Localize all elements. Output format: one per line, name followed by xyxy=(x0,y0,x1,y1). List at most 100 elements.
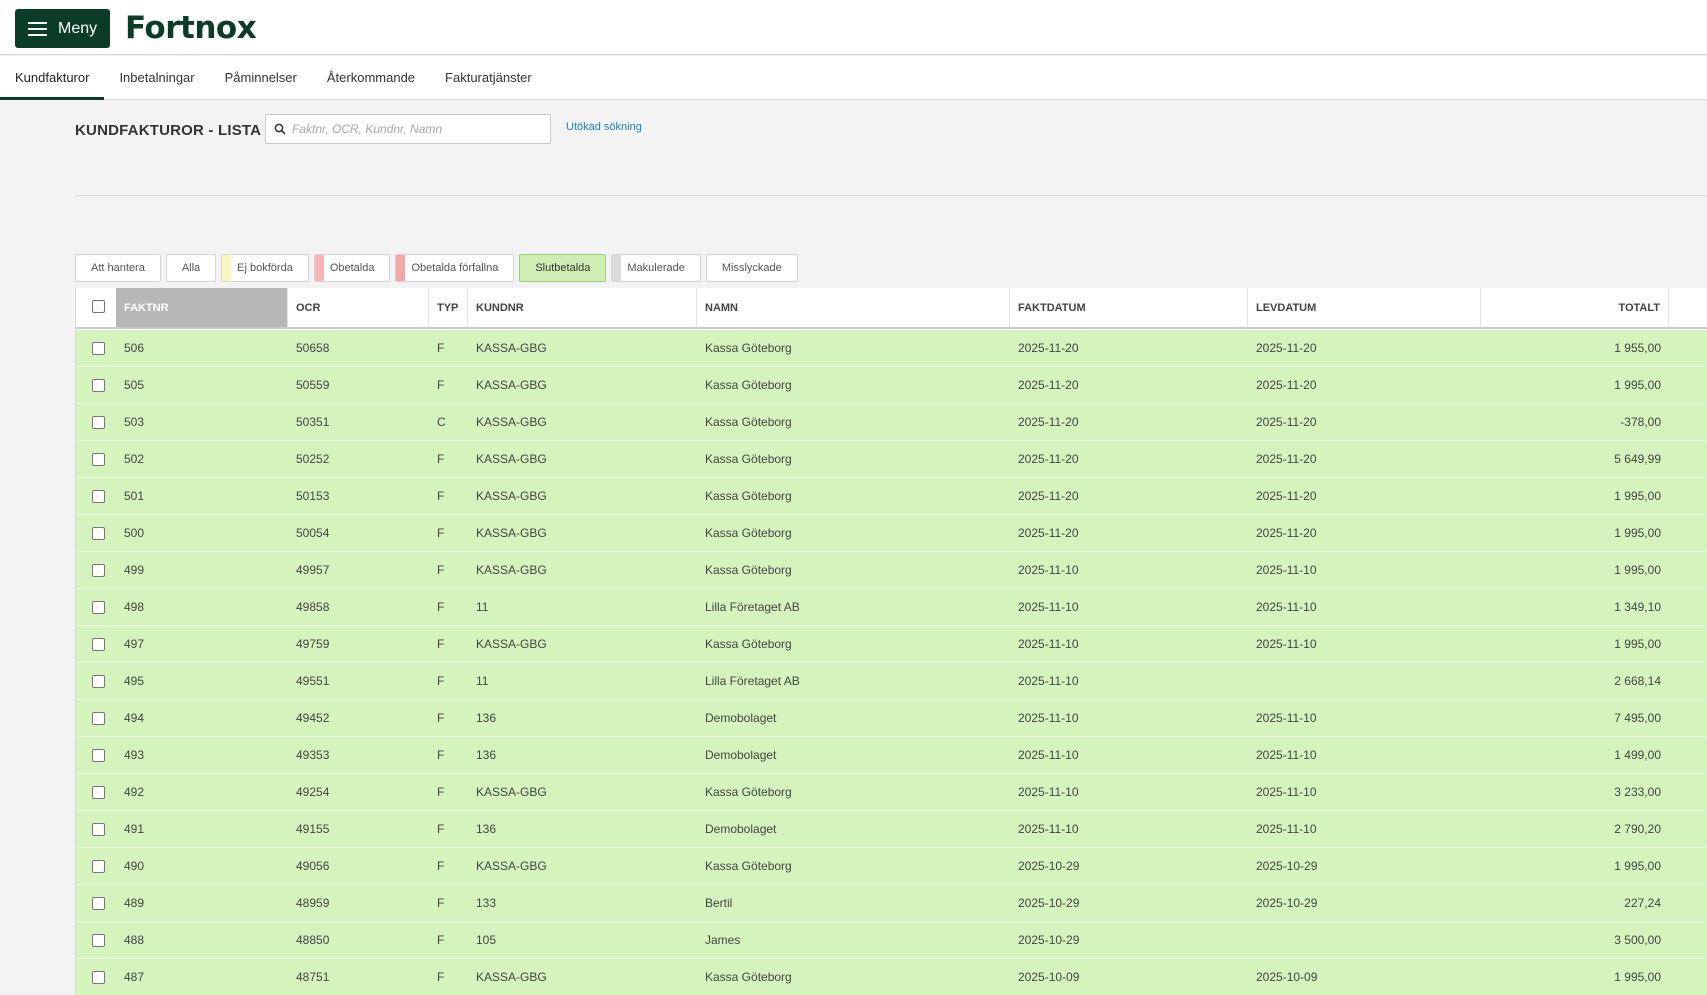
cell-typ: F xyxy=(437,896,445,910)
cell-ocr: 49254 xyxy=(296,785,330,799)
fortnox-logo[interactable]: Fortnox xyxy=(125,10,257,46)
column-header-namn[interactable]: NAMN xyxy=(697,288,1010,327)
select-all-checkbox[interactable] xyxy=(92,300,105,313)
table-row[interactable]: 499 49957 F KASSA-GBG Kassa Göteborg 2025-11-… xyxy=(76,552,1707,589)
cell-faktdatum: 2025-11-10 xyxy=(1018,822,1079,836)
cell-levdatum: 2025-11-20 xyxy=(1256,341,1317,355)
filter-label: Obetalda xyxy=(329,262,375,274)
table-row[interactable]: 503 50351 C KASSA-GBG Kassa Göteborg 2025-11-… xyxy=(76,404,1707,441)
column-header-kundnr[interactable]: KUNDNR xyxy=(468,288,697,327)
column-header-ocr[interactable]: OCR xyxy=(288,288,429,327)
filter-button[interactable]: Ej bokförda xyxy=(221,254,309,282)
filter-button[interactable]: Obetalda xyxy=(313,254,391,282)
cell-faktnr: 505 xyxy=(124,378,145,392)
cell-faktdatum: 2025-10-09 xyxy=(1018,970,1080,984)
cell-levdatum: 2025-11-10 xyxy=(1256,822,1317,836)
cell-namn: Kassa Göteborg xyxy=(705,785,792,799)
row-checkbox[interactable] xyxy=(92,342,105,355)
page-title: KUNDFAKTUROR - LISTA xyxy=(75,122,262,139)
cell-typ: F xyxy=(437,600,445,614)
filter-label: Alla xyxy=(181,262,201,274)
search-box[interactable] xyxy=(265,114,551,144)
filter-label: Makulerade xyxy=(627,262,685,274)
row-checkbox[interactable] xyxy=(92,934,105,947)
row-checkbox[interactable] xyxy=(92,971,105,984)
row-checkbox[interactable] xyxy=(92,823,105,836)
cell-totalt: 1 995,00 xyxy=(1614,378,1661,392)
row-checkbox[interactable] xyxy=(92,860,105,873)
row-checkbox[interactable] xyxy=(92,564,105,577)
row-checkbox[interactable] xyxy=(92,416,105,429)
row-checkbox[interactable] xyxy=(92,749,105,762)
row-checkbox[interactable] xyxy=(92,379,105,392)
tab-fakturatj-nster[interactable]: Fakturatjänster xyxy=(430,56,547,100)
cell-levdatum: 2025-11-10 xyxy=(1256,600,1317,614)
cell-typ: F xyxy=(437,785,445,799)
filter-label: Obetalda förfallna xyxy=(411,262,499,274)
column-header-faktdatum[interactable]: FAKTDATUM xyxy=(1010,288,1248,327)
filter-button[interactable]: Makulerade xyxy=(611,254,701,282)
menu-button[interactable]: Meny xyxy=(15,9,110,48)
table-row[interactable]: 506 50658 F KASSA-GBG Kassa Göteborg 2025-11-… xyxy=(76,330,1707,367)
cell-typ: F xyxy=(437,822,445,836)
tab-p-minnelser[interactable]: Påminnelser xyxy=(210,56,312,100)
filter-button[interactable]: Att hantera xyxy=(75,254,161,282)
column-header-totalt[interactable]: TOTALT xyxy=(1481,288,1669,327)
search-input[interactable] xyxy=(292,115,547,143)
filter-button[interactable]: Slutbetalda xyxy=(519,254,607,282)
table-row[interactable]: 494 49452 F 136 Demobolaget 2025-11-10 2025-11… xyxy=(76,700,1707,737)
table-row[interactable]: 492 49254 F KASSA-GBG Kassa Göteborg 2025-11-… xyxy=(76,774,1707,811)
row-checkbox[interactable] xyxy=(92,490,105,503)
column-header-faktnr[interactable]: FAKTNR xyxy=(116,288,288,327)
table-row[interactable]: 502 50252 F KASSA-GBG Kassa Göteborg 2025-11-… xyxy=(76,441,1707,478)
cell-kundnr: KASSA-GBG xyxy=(476,452,547,466)
hamburger-icon xyxy=(28,21,47,36)
cell-ocr: 49759 xyxy=(296,637,330,651)
table-row[interactable]: 489 48959 F 133 Bertil 2025-10-29 2025-10-29 22… xyxy=(76,885,1707,922)
row-checkbox[interactable] xyxy=(92,638,105,651)
table-row[interactable]: 491 49155 F 136 Demobolaget 2025-11-10 2025-11… xyxy=(76,811,1707,848)
table-row[interactable]: 500 50054 F KASSA-GBG Kassa Göteborg 2025-11-… xyxy=(76,515,1707,552)
tab-inbetalningar[interactable]: Inbetalningar xyxy=(104,56,209,100)
cell-faktnr: 500 xyxy=(124,526,145,540)
cell-faktnr: 506 xyxy=(124,341,145,355)
table-row[interactable]: 487 48751 F KASSA-GBG Kassa Göteborg 2025-10-… xyxy=(76,959,1707,995)
cell-kundnr: KASSA-GBG xyxy=(476,970,547,984)
row-checkbox[interactable] xyxy=(92,675,105,688)
cell-faktnr: 499 xyxy=(124,563,145,577)
cell-levdatum: 2025-10-29 xyxy=(1256,896,1318,910)
table-row[interactable]: 495 49551 F 11 Lilla Företaget AB 2025-11-10 2… xyxy=(76,663,1707,700)
row-checkbox[interactable] xyxy=(92,897,105,910)
row-checkbox[interactable] xyxy=(92,527,105,540)
table-row[interactable]: 501 50153 F KASSA-GBG Kassa Göteborg 2025-11-… xyxy=(76,478,1707,515)
column-header-levdatum[interactable]: LEVDATUM xyxy=(1248,288,1481,327)
cell-ocr: 49858 xyxy=(296,600,330,614)
cell-kundnr: KASSA-GBG xyxy=(476,859,547,873)
cell-typ: F xyxy=(437,378,445,392)
table-row[interactable]: 488 48850 F 105 James 2025-10-29 3 500,00 xyxy=(76,922,1707,959)
table-row[interactable]: 493 49353 F 136 Demobolaget 2025-11-10 2025-11… xyxy=(76,737,1707,774)
table-row[interactable]: 490 49056 F KASSA-GBG Kassa Göteborg 2025-10-… xyxy=(76,848,1707,885)
cell-typ: F xyxy=(437,563,445,577)
column-header-typ[interactable]: TYP xyxy=(429,288,468,327)
advanced-search-link[interactable]: Utökad sökning xyxy=(566,121,642,133)
table-row[interactable]: 497 49759 F KASSA-GBG Kassa Göteborg 2025-11-… xyxy=(76,626,1707,663)
cell-namn: Kassa Göteborg xyxy=(705,970,792,984)
filter-button[interactable]: Obetalda förfallna xyxy=(395,254,515,282)
filter-button[interactable]: Alla xyxy=(165,254,217,282)
tab--terkommande[interactable]: Återkommande xyxy=(312,56,430,100)
row-checkbox[interactable] xyxy=(92,453,105,466)
table-row[interactable]: 498 49858 F 11 Lilla Företaget AB 2025-11-10 2… xyxy=(76,589,1707,626)
cell-namn: Bertil xyxy=(705,896,733,910)
filter-color-marker xyxy=(396,255,406,281)
cell-totalt: 3 500,00 xyxy=(1614,933,1661,947)
row-checkbox[interactable] xyxy=(92,712,105,725)
row-checkbox[interactable] xyxy=(92,601,105,614)
filter-button[interactable]: Misslyckade xyxy=(705,254,798,282)
cell-namn: Kassa Göteborg xyxy=(705,378,792,392)
row-checkbox[interactable] xyxy=(92,786,105,799)
tab-kundfakturor[interactable]: Kundfakturor xyxy=(0,56,105,100)
table-row[interactable]: 505 50559 F KASSA-GBG Kassa Göteborg 2025-11-… xyxy=(76,367,1707,404)
cell-faktnr: 488 xyxy=(124,933,145,947)
cell-totalt: 2 668,14 xyxy=(1614,674,1661,688)
